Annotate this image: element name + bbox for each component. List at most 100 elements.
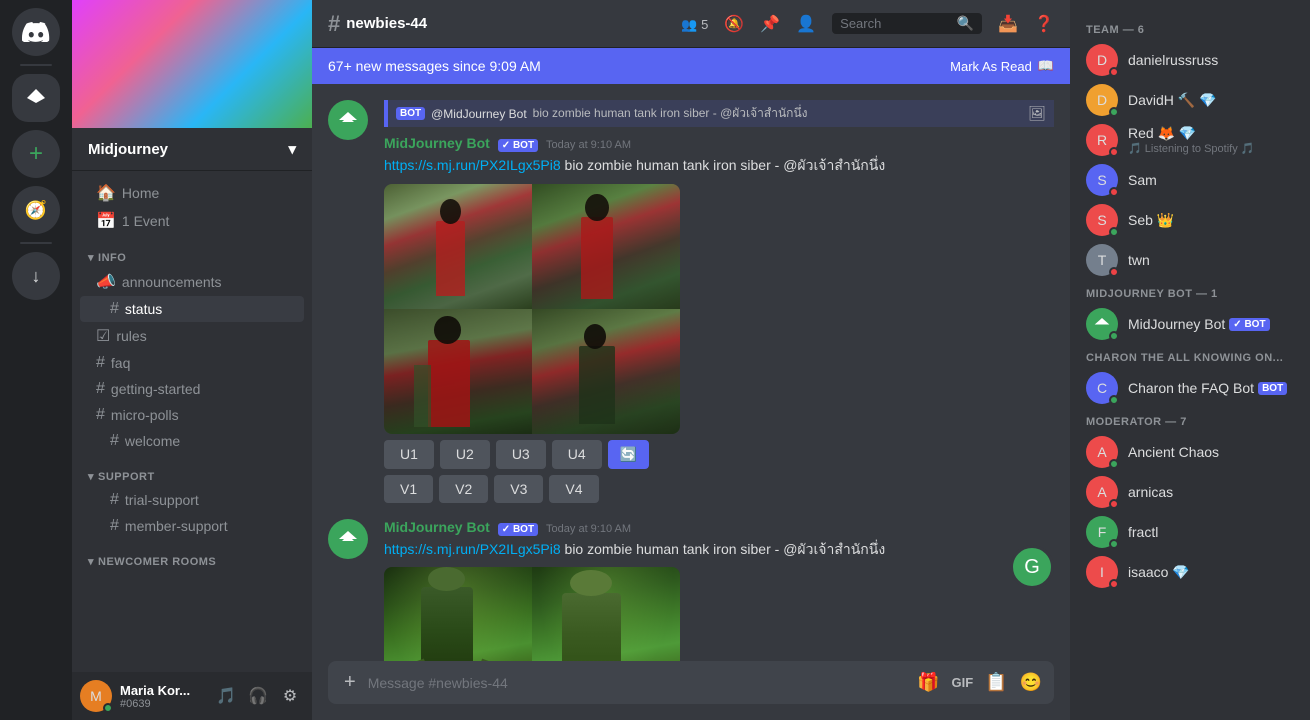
members-count-icon[interactable]: 👥 5	[681, 13, 708, 34]
server-icon-midjourney[interactable]	[12, 74, 60, 122]
message-time-2: Today at 9:10 AM	[546, 523, 631, 535]
channel-trial-support[interactable]: # trial-support	[80, 487, 304, 513]
member-seb[interactable]: S Seb 👑	[1078, 200, 1302, 240]
search-input[interactable]	[840, 16, 951, 31]
nav-event[interactable]: 📅 1 Event	[80, 207, 304, 235]
server-chevron: ▾	[288, 140, 296, 158]
emoji-icon[interactable]: 😊	[1020, 672, 1042, 693]
member-avatar-midjourney-bot	[1086, 308, 1118, 340]
u1-button[interactable]: U1	[384, 440, 434, 469]
member-avatar-ancient-chaos: A	[1086, 436, 1118, 468]
search-icon: 🔍	[957, 15, 974, 32]
message-link-1[interactable]: https://s.mj.run/PX2ILgx5Pi8	[384, 157, 561, 173]
attach-button[interactable]: +	[340, 661, 360, 704]
server-icon-discord[interactable]	[12, 8, 60, 56]
member-twn[interactable]: T twn	[1078, 240, 1302, 280]
server-icon-add[interactable]: +	[12, 130, 60, 178]
refresh-button[interactable]: 🔄	[608, 440, 649, 469]
member-name-sam: Sam	[1128, 172, 1157, 188]
member-avatar-twn: T	[1086, 244, 1118, 276]
member-name-midjourney-bot: MidJourney Bot ✓ BOT	[1128, 316, 1270, 332]
member-red[interactable]: R Red 🦊 💎 🎵 Listening to Spotify 🎵	[1078, 120, 1302, 160]
channel-micro-polls[interactable]: # micro-polls	[80, 402, 304, 428]
nav-home[interactable]: 🏠 Home	[80, 179, 304, 207]
channel-name: newbies-44	[346, 15, 427, 32]
inbox-icon[interactable]: 📥	[998, 14, 1018, 34]
gift-icon[interactable]: 🎁	[917, 672, 939, 693]
image-cell-2	[532, 184, 680, 309]
image-grid-2[interactable]	[384, 567, 680, 661]
bot-badge-inline: BOT	[396, 107, 425, 120]
channel-rules[interactable]: ☑ rules	[80, 322, 304, 350]
member-fractl[interactable]: F fractl	[1078, 512, 1302, 552]
settings-button[interactable]: ⚙	[276, 682, 304, 710]
member-ancient-chaos[interactable]: A Ancient Chaos	[1078, 432, 1302, 472]
member-name-ancient-chaos: Ancient Chaos	[1128, 444, 1219, 460]
status-midjourney-bot	[1109, 331, 1119, 341]
channel-faq[interactable]: # faq	[80, 350, 304, 376]
mark-as-read-button[interactable]: Mark As Read 📖	[950, 58, 1054, 74]
channel-faq-label: faq	[111, 355, 130, 371]
message-input[interactable]	[368, 664, 909, 702]
channel-member-support[interactable]: # member-support	[80, 513, 304, 539]
announcements-icon: 📣	[96, 272, 116, 292]
member-midjourney-bot[interactable]: MidJourney Bot ✓ BOT	[1078, 304, 1302, 344]
message-author-1: MidJourney Bot	[384, 135, 490, 151]
message-avatar-2	[328, 519, 368, 559]
channel-getting-started[interactable]: # getting-started	[80, 376, 304, 402]
gif-button[interactable]: GIF	[951, 675, 973, 690]
channel-welcome[interactable]: # welcome	[80, 428, 304, 454]
member-arnicas[interactable]: A arnicas	[1078, 472, 1302, 512]
server-icon-explore[interactable]: 🧭	[12, 186, 60, 234]
pin-icon[interactable]: 📌	[760, 14, 780, 34]
v3-button[interactable]: V3	[494, 475, 543, 503]
message-header-2: MidJourney Bot ✓ BOT Today at 9:10 AM	[384, 519, 1054, 536]
server-banner	[72, 0, 312, 128]
status-isaaco	[1109, 579, 1119, 589]
status-twn	[1109, 267, 1119, 277]
member-charon-bot[interactable]: C Charon the FAQ Bot BOT	[1078, 368, 1302, 408]
image-grid-1[interactable]	[384, 184, 680, 434]
channel-announcements[interactable]: 📣 announcements	[80, 268, 304, 296]
user-controls: 🎵 🎧 ⚙	[212, 682, 304, 710]
sticker-icon[interactable]: 📋	[985, 672, 1007, 693]
u3-button[interactable]: U3	[496, 440, 546, 469]
category-newcomer[interactable]: ▾ NEWCOMER ROOMS	[72, 539, 312, 572]
charon-section-title: CHARON THE ALL KNOWING ON...	[1078, 344, 1302, 368]
mute-channel-icon[interactable]: 🔕	[724, 14, 744, 34]
member-danielrussruss[interactable]: D danielrussruss	[1078, 40, 1302, 80]
channel-title: # newbies-44	[328, 11, 427, 37]
v2-button[interactable]: V2	[439, 475, 488, 503]
category-newcomer-label: NEWCOMER ROOMS	[98, 556, 216, 568]
message-header-1: MidJourney Bot ✓ BOT Today at 9:10 AM	[384, 135, 1054, 152]
notification-bar: 67+ new messages since 9:09 AM Mark As R…	[312, 48, 1070, 84]
member-isaaco[interactable]: I isaaco 💎	[1078, 552, 1302, 592]
member-davidh[interactable]: D DavidH 🔨 💎	[1078, 80, 1302, 120]
v1-button[interactable]: V1	[384, 475, 433, 503]
server-icon-download[interactable]: ↓	[12, 252, 60, 300]
member-avatar-arnicas: A	[1086, 476, 1118, 508]
channel-welcome-label: welcome	[125, 433, 180, 449]
member-support-hash-icon: #	[110, 517, 119, 535]
message-link-2[interactable]: https://s.mj.run/PX2ILgx5Pi8	[384, 541, 561, 557]
server-name-bar[interactable]: Midjourney ▾	[72, 128, 312, 171]
chat-header: # newbies-44 👥 5 🔕 📌 👤 🔍 📥 ❓	[312, 0, 1070, 48]
message-avatar-1	[328, 100, 368, 140]
category-support[interactable]: ▾ SUPPORT	[72, 454, 312, 487]
mute-button[interactable]: 🎵	[212, 682, 240, 710]
channel-list: 🏠 Home 📅 1 Event ▾ INFO 📣 announcements …	[72, 171, 312, 672]
channel-status[interactable]: # status	[80, 296, 304, 322]
message-input-box: + 🎁 GIF 📋 😊	[328, 661, 1054, 704]
member-avatar-fractl: F	[1086, 516, 1118, 548]
typing-indicator: G	[1010, 545, 1054, 589]
v4-button[interactable]: V4	[549, 475, 598, 503]
deafen-button[interactable]: 🎧	[244, 682, 272, 710]
category-info[interactable]: ▾ INFO	[72, 235, 312, 268]
u4-button[interactable]: U4	[552, 440, 602, 469]
u2-button[interactable]: U2	[440, 440, 490, 469]
members-icon[interactable]: 👤	[796, 14, 816, 34]
user-tag: #0639	[120, 698, 204, 710]
member-sam[interactable]: S Sam	[1078, 160, 1302, 200]
category-info-chevron: ▾	[88, 251, 94, 264]
help-icon[interactable]: ❓	[1034, 14, 1054, 34]
